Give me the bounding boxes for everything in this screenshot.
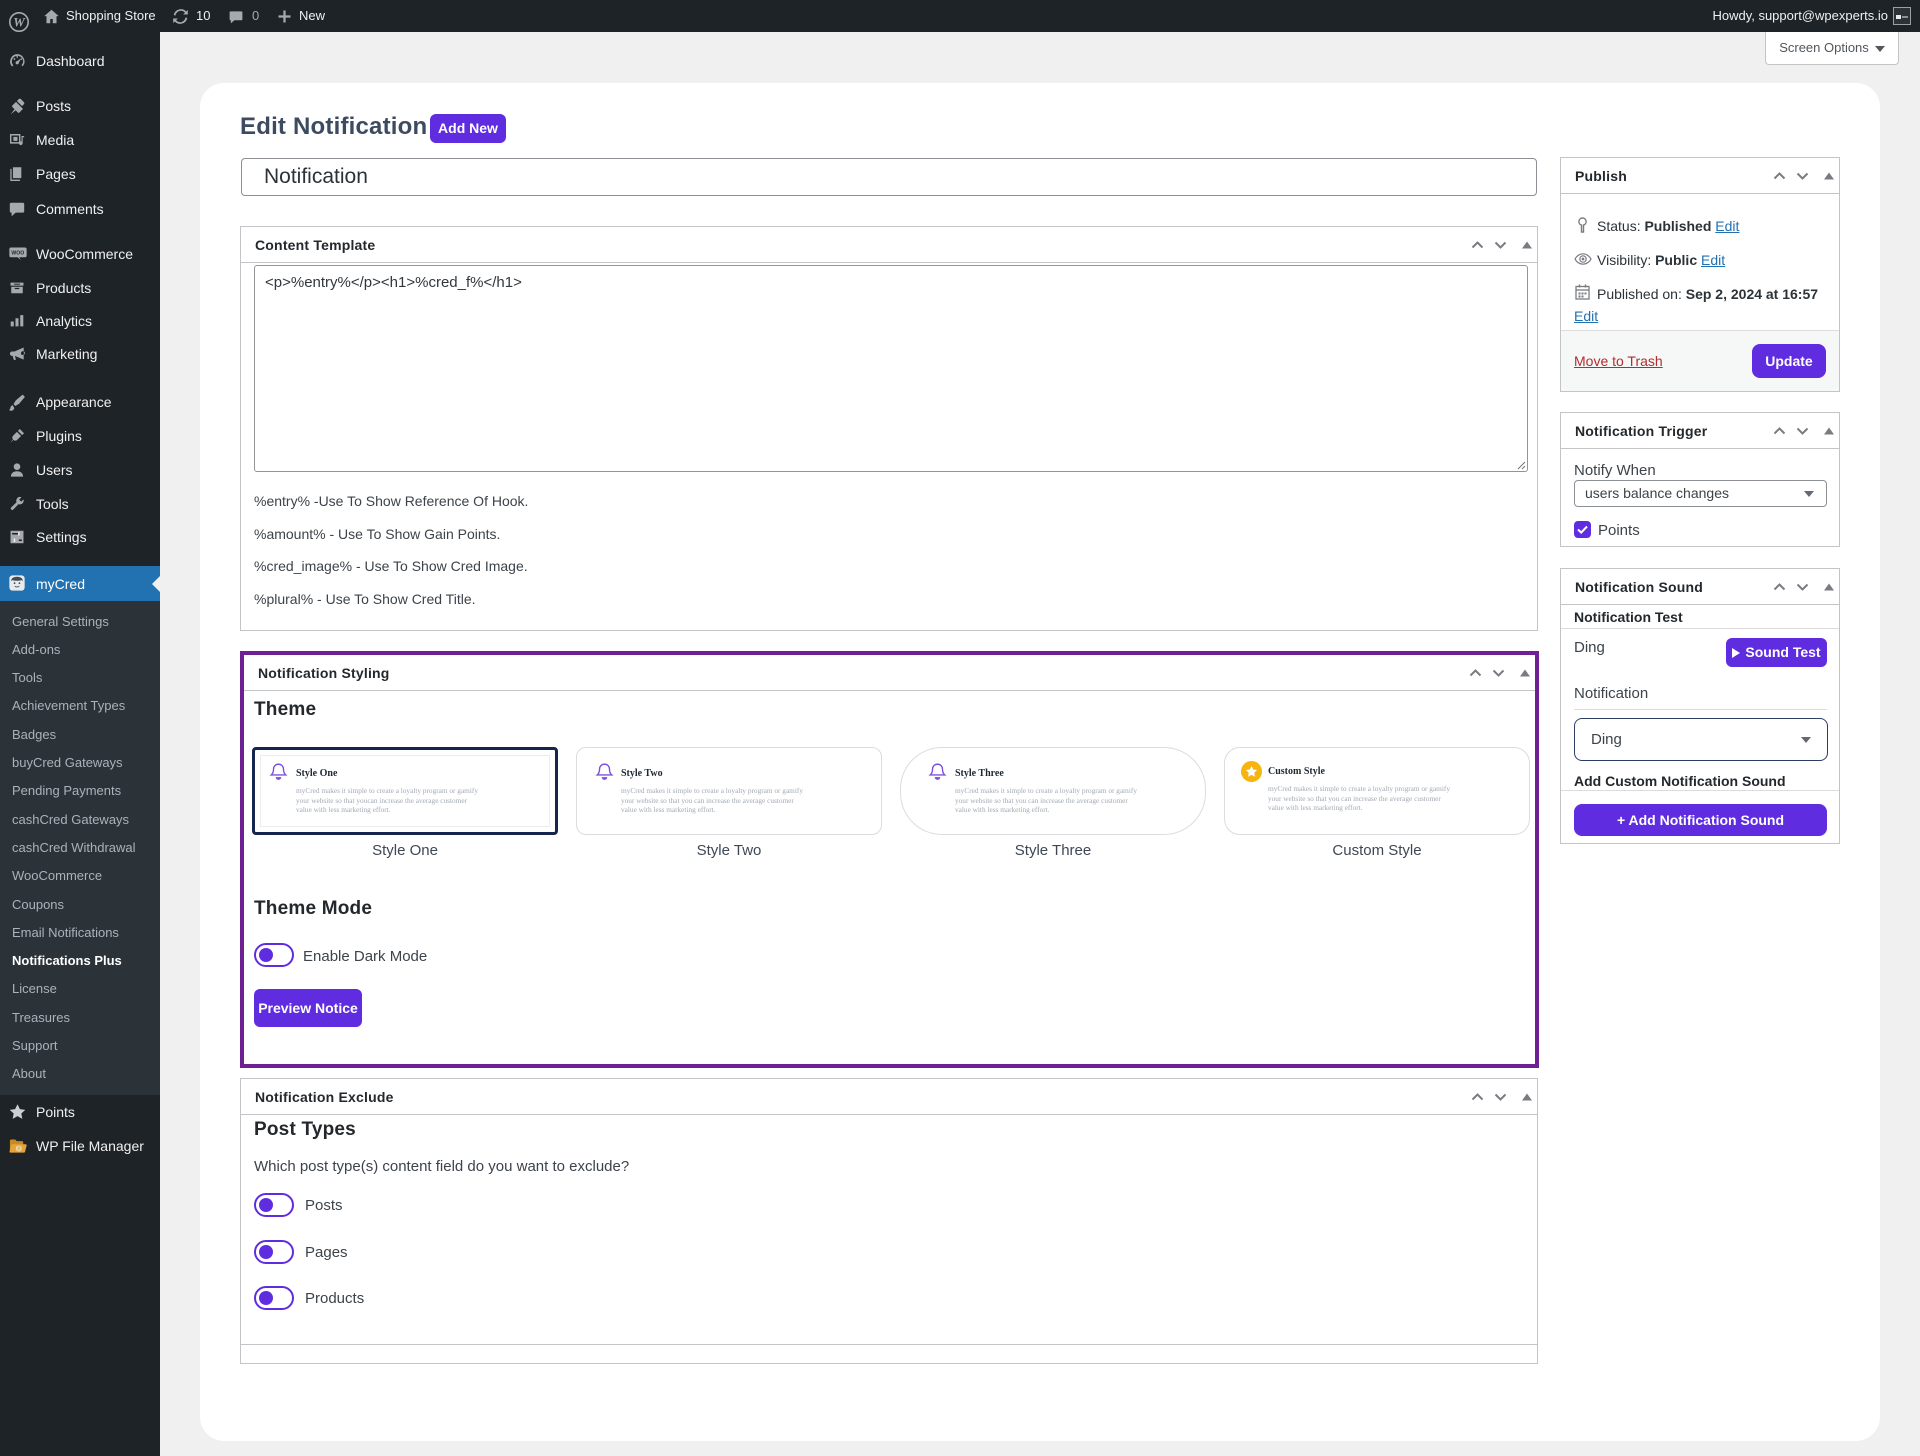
svg-text:W: W (13, 14, 26, 29)
svg-text:WOO: WOO (11, 250, 24, 256)
